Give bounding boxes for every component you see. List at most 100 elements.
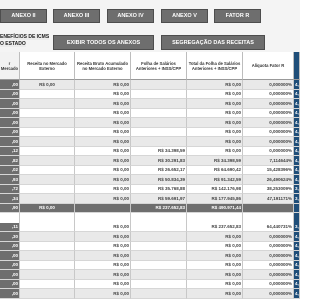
table-cell[interactable]: [20, 184, 75, 194]
table-cell[interactable]: 4,: [294, 89, 300, 99]
table-cell[interactable]: R$ 0,00: [75, 289, 131, 299]
table-cell[interactable]: R$ 59.691,97: [131, 194, 187, 204]
table-cell[interactable]: 4,: [294, 118, 300, 128]
table-cell[interactable]: 4,: [294, 260, 300, 270]
table-cell[interactable]: [20, 222, 75, 232]
tab-anexo-5[interactable]: ANEXO V: [161, 9, 208, 23]
table-cell[interactable]: 26,490624%: [243, 175, 294, 185]
table-cell[interactable]: [131, 99, 187, 109]
table-cell[interactable]: [20, 165, 75, 175]
table-cell[interactable]: 7,114644%: [243, 156, 294, 166]
table-cell[interactable]: R$ 0,00: [187, 137, 243, 147]
table-cell[interactable]: R$ 0,00: [75, 232, 131, 242]
table-cell[interactable]: [20, 118, 75, 128]
table-cell[interactable]: R$ 0,00: [187, 270, 243, 280]
table-cell[interactable]: [131, 80, 187, 90]
table-cell[interactable]: R$ 35.768,88: [131, 184, 187, 194]
table-cell[interactable]: [243, 203, 294, 213]
table-cell[interactable]: [131, 260, 187, 270]
table-cell[interactable]: R$ 0,00: [20, 203, 75, 213]
table-cell[interactable]: R$ 0,00: [75, 184, 131, 194]
table-cell[interactable]: R$ 64.690,42: [187, 165, 243, 175]
table-cell[interactable]: 0,000000%: [243, 137, 294, 147]
table-cell[interactable]: R$ 0,00: [75, 241, 131, 251]
table-cell[interactable]: 47,191171%: [243, 194, 294, 204]
table-cell[interactable]: 0,000000%: [243, 289, 294, 299]
table-cell[interactable]: [20, 251, 75, 261]
table-cell[interactable]: 0,000000%: [243, 232, 294, 242]
table-cell[interactable]: R$ 0,00: [75, 146, 131, 156]
show-all-annexes-button[interactable]: EXIBIR TODOS OS ANEXOS: [53, 35, 154, 50]
table-cell[interactable]: R$ 0,00: [75, 175, 131, 185]
table-cell[interactable]: R$ 0,00: [75, 99, 131, 109]
table-cell[interactable]: [20, 99, 75, 109]
table-cell[interactable]: 3,: [294, 194, 300, 204]
table-cell[interactable]: [243, 213, 294, 223]
table-cell[interactable]: [20, 137, 75, 147]
table-cell[interactable]: R$ 0,00: [20, 80, 75, 90]
table-cell[interactable]: [20, 241, 75, 251]
table-cell[interactable]: [20, 279, 75, 289]
table-cell[interactable]: [131, 241, 187, 251]
table-cell[interactable]: [20, 289, 75, 299]
table-cell[interactable]: R$ 0,00: [75, 108, 131, 118]
table-cell[interactable]: R$ 0,00: [75, 89, 131, 99]
table-cell[interactable]: R$ 91.342,59: [187, 175, 243, 185]
table-cell[interactable]: R$ 0,00: [75, 251, 131, 261]
table-cell[interactable]: [20, 232, 75, 242]
table-cell[interactable]: R$ 0,00: [187, 289, 243, 299]
table-cell[interactable]: [131, 137, 187, 147]
table-cell[interactable]: R$ 0,00: [187, 279, 243, 289]
table-cell[interactable]: [20, 270, 75, 280]
table-cell[interactable]: R$ 0,00: [187, 127, 243, 137]
table-cell[interactable]: [75, 203, 131, 213]
table-cell[interactable]: [294, 213, 300, 223]
table-cell[interactable]: 0,000000%: [243, 80, 294, 90]
table-cell[interactable]: R$ 0,00: [187, 89, 243, 99]
table-cell[interactable]: 0,000000%: [243, 270, 294, 280]
table-cell[interactable]: [131, 89, 187, 99]
table-cell[interactable]: R$ 490.971,44: [187, 203, 243, 213]
table-cell[interactable]: R$ 30.291,83: [131, 156, 187, 166]
table-cell[interactable]: R$ 0,00: [75, 118, 131, 128]
table-cell[interactable]: R$ 0,00: [75, 165, 131, 175]
table-cell[interactable]: 15,428396%: [243, 165, 294, 175]
table-cell[interactable]: 38,253009%: [243, 184, 294, 194]
table-cell[interactable]: [131, 222, 187, 232]
table-cell[interactable]: [20, 89, 75, 99]
table-cell[interactable]: [20, 127, 75, 137]
table-cell[interactable]: R$ 0,00: [187, 99, 243, 109]
table-cell[interactable]: [131, 232, 187, 242]
table-cell[interactable]: [131, 270, 187, 280]
table-cell[interactable]: R$ 0,00: [75, 137, 131, 147]
table-cell[interactable]: R$ 0,00: [187, 118, 243, 128]
table-cell[interactable]: [20, 194, 75, 204]
table-cell[interactable]: [131, 127, 187, 137]
tab-anexo-3[interactable]: ANEXO III: [53, 9, 100, 23]
table-cell[interactable]: 4,: [294, 156, 300, 166]
table-cell[interactable]: 4,: [294, 251, 300, 261]
table-cell[interactable]: R$ 142.176,98: [187, 184, 243, 194]
table-cell[interactable]: 0,000000%: [243, 127, 294, 137]
table-cell[interactable]: R$ 0,00: [75, 222, 131, 232]
table-cell[interactable]: 4,: [294, 108, 300, 118]
table-cell[interactable]: R$ 0,00: [187, 146, 243, 156]
table-cell[interactable]: 0,000000%: [243, 118, 294, 128]
table-cell[interactable]: R$ 0,00: [187, 108, 243, 118]
table-cell[interactable]: 0,000000%: [243, 89, 294, 99]
revenue-segregation-button[interactable]: SEGREGAÇÃO DAS RECEITAS: [161, 35, 265, 50]
table-cell[interactable]: R$ 0,00: [75, 156, 131, 166]
table-cell[interactable]: R$ 26.652,17: [131, 165, 187, 175]
table-cell[interactable]: 4,: [294, 99, 300, 109]
table-cell[interactable]: 4,: [294, 270, 300, 280]
tab-anexo-2[interactable]: ANEXO II: [0, 9, 47, 23]
table-cell[interactable]: R$ 0,00: [75, 270, 131, 280]
table-cell[interactable]: R$ 0,00: [75, 127, 131, 137]
tab-anexo-4[interactable]: ANEXO IV: [107, 9, 154, 23]
table-cell[interactable]: 4,: [294, 175, 300, 185]
table-cell[interactable]: 3,: [294, 184, 300, 194]
table-cell[interactable]: 4,: [294, 146, 300, 156]
table-cell[interactable]: 0,000000%: [243, 260, 294, 270]
table-cell[interactable]: 4,: [294, 80, 300, 90]
table-cell[interactable]: [294, 203, 300, 213]
